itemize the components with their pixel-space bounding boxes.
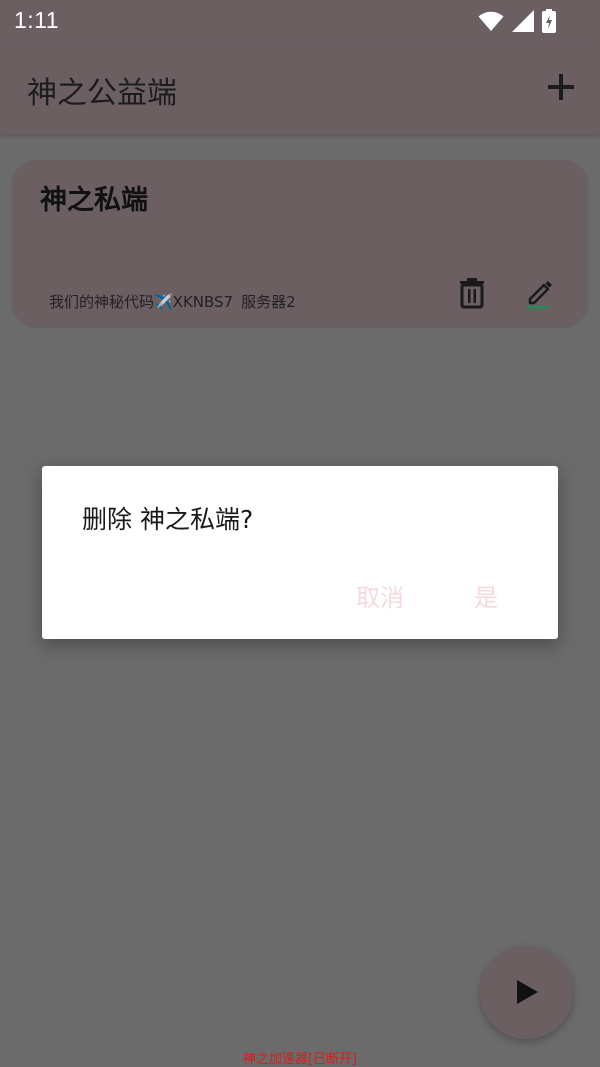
dialog-message: 删除 神之私端? bbox=[82, 505, 254, 534]
connection-status-text: 神之加速器[已断开] bbox=[242, 1052, 358, 1067]
play-icon bbox=[517, 980, 538, 1004]
delete-confirm-dialog: 删除 神之私端? 取消 是 bbox=[42, 466, 558, 639]
confirm-delete-button[interactable]: 是 bbox=[468, 576, 504, 615]
cancel-button[interactable]: 取消 bbox=[350, 576, 410, 615]
connect-play-button[interactable] bbox=[480, 946, 573, 1039]
